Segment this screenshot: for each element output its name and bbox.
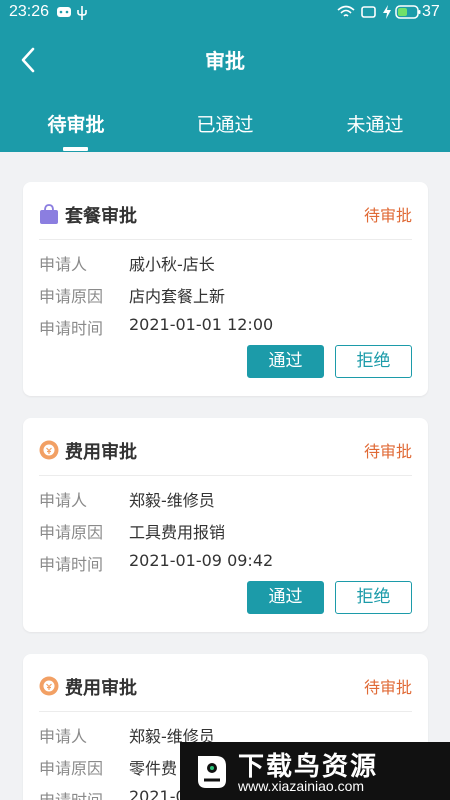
tab-indicator — [63, 147, 88, 151]
reason-label: 申请原因 — [39, 759, 104, 778]
applicant-label: 申请人 — [39, 491, 88, 510]
reject-button[interactable]: 拒绝 — [335, 581, 412, 614]
applicant-label: 申请人 — [39, 727, 88, 746]
bird-logo-icon — [198, 756, 226, 788]
approve-button[interactable]: 通过 — [247, 581, 324, 614]
notification-icon — [57, 7, 71, 17]
status-time: 23:26 — [9, 3, 50, 20]
reason-label: 申请原因 — [39, 287, 104, 306]
status-badge: 待审批 — [363, 206, 412, 225]
card-header: 套餐审批 待审批 — [39, 182, 412, 240]
watermark-banner: 下载鸟资源 www.xiazainiao.com — [180, 742, 450, 800]
watermark-url: www.xiazainiao.com — [238, 778, 365, 794]
approval-card[interactable]: 套餐审批 待审批 申请人 戚小秋-店长 申请原因 店内套餐上新 申请时间 202… — [23, 182, 428, 396]
status-badge: 待审批 — [363, 678, 412, 697]
card-title: 费用审批 — [65, 442, 137, 463]
status-bar: 23:26 37 — [0, 0, 450, 26]
charging-icon — [383, 5, 391, 19]
applicant-value: 郑毅-维修员 — [129, 491, 215, 510]
reason-value: 零件费 — [129, 759, 178, 778]
reason-label: 申请原因 — [39, 523, 104, 542]
top-app-bar: 23:26 37 审批 待审批 已通过 未通过 — [0, 0, 450, 152]
wifi-icon — [337, 5, 355, 17]
card-header: 费用审批 待审批 — [39, 418, 412, 476]
card-title: 费用审批 — [65, 678, 137, 699]
tab-rejected[interactable]: 未通过 — [315, 110, 435, 137]
time-value: 2021-01-09 09:42 — [129, 551, 274, 570]
screen-icon — [361, 6, 376, 18]
reject-button[interactable]: 拒绝 — [335, 345, 412, 378]
coin-icon — [39, 676, 59, 696]
applicant-label: 申请人 — [39, 255, 88, 274]
card-title: 套餐审批 — [65, 206, 137, 227]
approval-card[interactable]: 费用审批 待审批 申请人 郑毅-维修员 申请原因 工具费用报销 申请时间 202… — [23, 418, 428, 632]
battery-icon — [395, 5, 421, 19]
time-value: 2021-0 — [129, 787, 186, 800]
time-value: 2021-01-01 12:00 — [129, 315, 274, 334]
reason-value: 工具费用报销 — [129, 523, 226, 542]
tab-bar: 待审批 已通过 未通过 — [0, 100, 450, 152]
usb-icon — [77, 6, 87, 20]
coin-icon — [39, 440, 59, 460]
time-label: 申请时间 — [39, 555, 104, 574]
applicant-value: 戚小秋-店长 — [129, 255, 215, 274]
time-label: 申请时间 — [39, 787, 103, 800]
page-title: 审批 — [205, 49, 245, 73]
time-label: 申请时间 — [39, 319, 104, 338]
tab-pending[interactable]: 待审批 — [16, 110, 136, 137]
battery-percent: 37 — [422, 3, 440, 20]
bag-icon — [40, 204, 58, 224]
approve-button[interactable]: 通过 — [247, 345, 324, 378]
status-badge: 待审批 — [363, 442, 412, 461]
card-header: 费用审批 待审批 — [39, 654, 412, 712]
tab-approved[interactable]: 已通过 — [165, 110, 285, 137]
reason-value: 店内套餐上新 — [129, 287, 226, 306]
